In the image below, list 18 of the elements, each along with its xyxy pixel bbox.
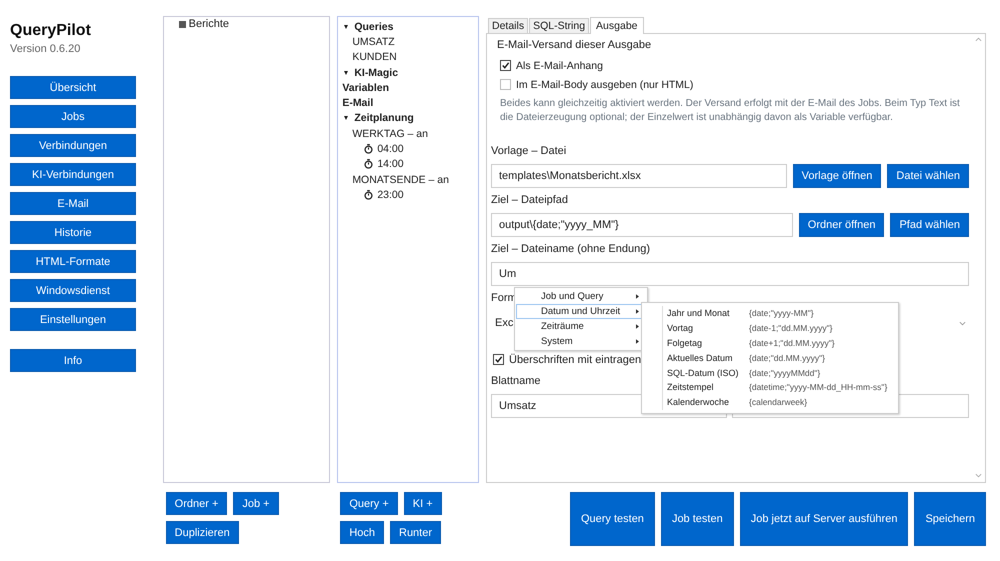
version-label: Version 0.6.20 [10,43,82,55]
field-label: Ziel – Dateiname (ohne Endung) [491,243,650,257]
placeholder-code: {date;"yyyy-MM"} [749,308,814,318]
field-label: Blattname [491,375,541,389]
checkbox-label: Überschriften mit eintragen [509,354,642,366]
placeholder-code: {calendarweek} [749,397,808,408]
placeholder-code: {date+1;"dd.MM.yyyy"} [749,338,835,348]
placeholder-code: {date;"dd.MM.yyyy"} [749,352,825,363]
checkbox-label: Als E-Mail-Anhang [516,60,603,72]
checkbox-label: Im E-Mail-Body ausgeben (nur HTML) [516,78,694,90]
field-label: Ziel – Dateipfad [491,194,568,208]
field-label: Vorlage – Datei [491,145,566,159]
placeholder-code: {datetime;"yyyy-MM-dd_HH-mm-ss"} [749,382,888,392]
app-title: QueryPilot [10,22,92,40]
hint-text: Beides kann gleichzeitig aktiviert werden. Der Versand erfolgt mit der E-Mail des Jobs. Beim Typ Text ist die Dateierzeugung optional; der Einzelwert ist unabhängig davon als Variable verfügbar. [500,97,961,125]
section-heading: E-Mail-Versand dieser Ausgabe [497,39,652,53]
placeholder-code: {date-1;"dd.MM.yyyy"} [749,323,833,334]
placeholder-code: {date;"yyyyMMdd"} [749,368,820,378]
